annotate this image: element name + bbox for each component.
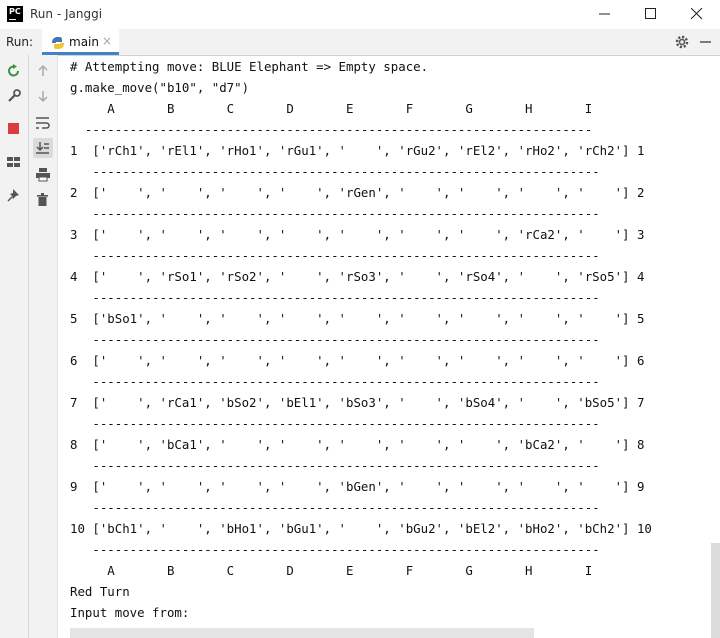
console-line: 10 ['bCh1', ' ', 'bHo1', 'bGu1', ' ', 'b…	[70, 521, 652, 536]
console-line: ----------------------------------------…	[70, 164, 600, 179]
console-line: # Attempting move: BLUE Elephant => Empt…	[70, 59, 429, 74]
maximize-icon	[645, 8, 656, 19]
console-line: ----------------------------------------…	[70, 500, 600, 515]
console-line: ----------------------------------------…	[70, 206, 600, 221]
print-button[interactable]	[33, 165, 53, 185]
tab-main-label: main	[69, 35, 99, 49]
tab-main[interactable]: main ×	[42, 29, 119, 55]
console-line: 7 [' ', 'rCa1', 'bSo2', 'bEl1', 'bSo3', …	[70, 395, 645, 410]
arrow-down-icon	[38, 91, 48, 103]
stop-icon	[8, 123, 19, 134]
console-toolbar	[29, 55, 58, 638]
modify-config-button[interactable]	[4, 86, 24, 106]
console-input-field[interactable]	[70, 628, 534, 638]
console-line: 6 [' ', ' ', ' ', ' ', ' ', ' ', ' ', ' …	[70, 353, 645, 368]
soft-wrap-icon	[36, 117, 50, 129]
console-line: 8 [' ', 'bCa1', ' ', ' ', ' ', ' ', ' ',…	[70, 437, 645, 452]
minimize-icon	[599, 13, 610, 15]
arrow-up-icon	[38, 64, 48, 76]
console-line: ----------------------------------------…	[70, 290, 600, 305]
tab-close-icon[interactable]: ×	[102, 34, 112, 48]
pin-button[interactable]	[4, 185, 24, 205]
printer-icon	[36, 168, 50, 182]
console-line: 4 [' ', 'rSo1', 'rSo2', ' ', 'rSo3', ' '…	[70, 269, 645, 284]
console-line: A B C D E F G H I	[70, 101, 593, 116]
console-line: g.make_move("b10", "d7")	[70, 80, 250, 95]
console-output[interactable]: # Attempting move: BLUE Elephant => Empt…	[70, 56, 720, 638]
run-label: Run:	[6, 35, 34, 49]
layout-icon	[7, 157, 20, 167]
soft-wrap-button[interactable]	[33, 113, 53, 133]
console-line: A B C D E F G H I	[70, 563, 593, 578]
console-line: 3 [' ', ' ', ' ', ' ', ' ', ' ', ' ', 'r…	[70, 227, 645, 242]
gear-icon[interactable]	[674, 34, 690, 50]
console-line: Input move from:	[70, 605, 190, 620]
clear-console-button[interactable]	[33, 190, 53, 210]
window-title: Run - Janggi	[30, 7, 103, 21]
trash-icon	[37, 193, 48, 206]
title-bar: PC Run - Janggi	[0, 0, 720, 30]
pin-icon	[7, 189, 19, 202]
console-line: ----------------------------------------…	[70, 332, 600, 347]
left-toolbar	[0, 55, 29, 638]
rerun-icon	[8, 64, 19, 77]
logo-text: PC	[9, 7, 21, 16]
hide-icon[interactable]	[700, 41, 712, 45]
console-line: Red Turn	[70, 584, 130, 599]
minimize-button[interactable]	[582, 0, 628, 29]
scroll-to-end-icon	[36, 142, 49, 154]
console-line: 9 [' ', ' ', ' ', ' ', 'bGen', ' ', ' ',…	[70, 479, 645, 494]
wrench-icon	[8, 89, 21, 102]
vertical-scrollbar[interactable]	[711, 543, 720, 638]
close-icon	[691, 8, 703, 20]
console-line: ----------------------------------------…	[70, 122, 593, 137]
close-window-button[interactable]	[674, 0, 720, 29]
pycharm-logo-icon: PC	[7, 6, 23, 22]
python-icon	[52, 37, 64, 49]
layout-button[interactable]	[4, 152, 24, 172]
run-tool-window-header: Run: main ×	[0, 29, 720, 56]
console-line: 2 [' ', ' ', ' ', ' ', 'rGen', ' ', ' ',…	[70, 185, 645, 200]
console-line: ----------------------------------------…	[70, 248, 600, 263]
console-line: 5 ['bSo1', ' ', ' ', ' ', ' ', ' ', ' ',…	[70, 311, 645, 326]
scroll-to-end-button[interactable]	[33, 138, 53, 158]
stop-button[interactable]	[4, 119, 24, 139]
console-line: 1 ['rCh1', 'rEl1', 'rHo1', 'rGu1', ' ', …	[70, 143, 645, 158]
rerun-button[interactable]	[4, 61, 24, 81]
console-line: ----------------------------------------…	[70, 542, 600, 557]
console-line: ----------------------------------------…	[70, 416, 600, 431]
scroll-up-button[interactable]	[33, 61, 53, 81]
scroll-down-button[interactable]	[33, 86, 53, 106]
console-line: ----------------------------------------…	[70, 458, 600, 473]
maximize-button[interactable]	[628, 0, 674, 29]
console-line: ----------------------------------------…	[70, 374, 600, 389]
